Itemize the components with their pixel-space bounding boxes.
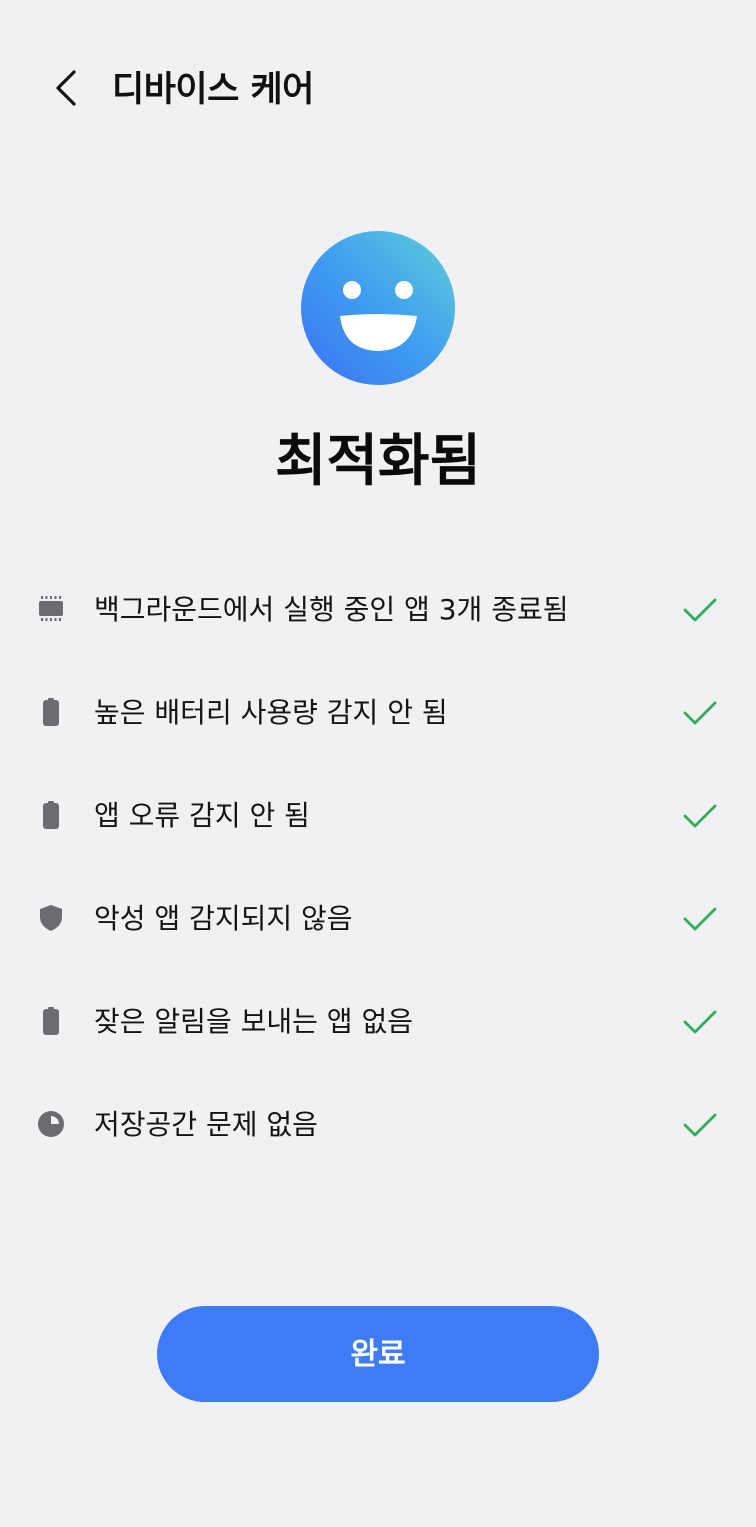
item-label: 잦은 알림을 보내는 앱 없음 [94, 1005, 413, 1038]
storage-pie-icon [36, 1109, 66, 1139]
list-item: 잦은 알림을 보내는 앱 없음 [0, 972, 756, 1075]
smiley-face-icon [301, 231, 455, 385]
optimization-checklist: 백그라운드에서 실행 중인 앱 3개 종료됨 높은 배터리 사용량 감지 안 됨… [0, 560, 756, 1178]
list-item: 악성 앱 감지되지 않음 [0, 869, 756, 972]
battery-icon [36, 697, 66, 727]
check-icon [683, 701, 717, 725]
battery-icon [36, 800, 66, 830]
result-title: 최적화됨 [274, 429, 482, 494]
memory-chip-icon [36, 594, 66, 624]
list-item: 높은 배터리 사용량 감지 안 됨 [0, 663, 756, 766]
check-icon [683, 804, 717, 828]
item-label: 높은 배터리 사용량 감지 안 됨 [94, 696, 448, 729]
item-label: 앱 오류 감지 안 됨 [94, 799, 310, 832]
shield-icon [36, 903, 66, 933]
page-title: 디바이스 케어 [112, 70, 314, 110]
item-label: 백그라운드에서 실행 중인 앱 3개 종료됨 [94, 593, 569, 626]
item-label: 저장공간 문제 없음 [94, 1108, 318, 1141]
check-icon [683, 1113, 717, 1137]
check-icon [683, 1010, 717, 1034]
done-button[interactable]: 완료 [157, 1306, 599, 1402]
back-button[interactable] [40, 62, 92, 114]
item-label: 악성 앱 감지되지 않음 [94, 902, 353, 935]
check-icon [683, 907, 717, 931]
chevron-left-icon [56, 70, 76, 106]
app-header: 디바이스 케어 [0, 0, 756, 180]
list-item: 백그라운드에서 실행 중인 앱 3개 종료됨 [0, 560, 756, 663]
check-icon [683, 598, 717, 622]
list-item: 앱 오류 감지 안 됨 [0, 766, 756, 869]
battery-icon [36, 1006, 66, 1036]
list-item: 저장공간 문제 없음 [0, 1075, 756, 1178]
